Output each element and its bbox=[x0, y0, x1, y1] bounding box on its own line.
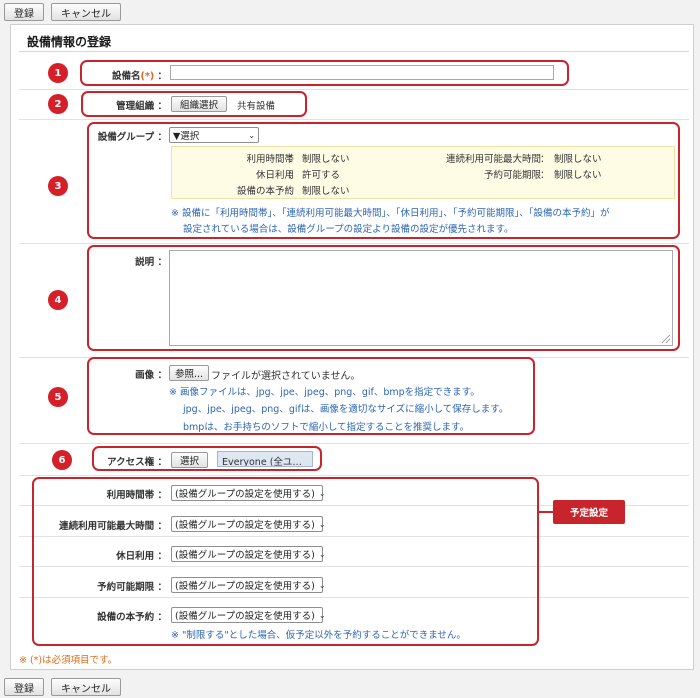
annotation-connector bbox=[539, 511, 553, 513]
annotation-badge-5: 5 bbox=[48, 387, 68, 407]
row-divider bbox=[19, 89, 689, 90]
title-divider bbox=[19, 51, 689, 52]
schedule-settings-badge: 予定設定 bbox=[553, 500, 625, 524]
cancel-button-bottom[interactable]: キャンセル bbox=[51, 678, 121, 696]
register-button-top[interactable]: 登録 bbox=[4, 3, 44, 21]
register-button-bottom[interactable]: 登録 bbox=[4, 678, 44, 696]
annotation-box-schedule bbox=[32, 477, 539, 646]
annotation-box-2 bbox=[81, 91, 307, 117]
row-divider bbox=[19, 475, 689, 476]
annotation-box-3 bbox=[87, 122, 680, 239]
annotation-box-5 bbox=[87, 357, 535, 435]
cancel-button-top[interactable]: キャンセル bbox=[51, 3, 121, 21]
required-note: ※ (*)は必須項目です。 bbox=[19, 655, 118, 666]
annotation-badge-2: 2 bbox=[48, 94, 68, 114]
row-divider bbox=[19, 243, 689, 244]
annotation-badge-6: 6 bbox=[52, 450, 72, 470]
annotation-box-1 bbox=[80, 60, 569, 86]
annotation-box-4 bbox=[87, 245, 680, 351]
annotation-badge-4: 4 bbox=[48, 290, 68, 310]
annotation-badge-3: 3 bbox=[48, 176, 68, 196]
page-title: 設備情報の登録 bbox=[27, 35, 112, 49]
annotation-box-6 bbox=[92, 446, 322, 471]
row-divider bbox=[19, 443, 689, 444]
row-divider bbox=[19, 119, 689, 120]
annotation-badge-1: 1 bbox=[48, 63, 68, 83]
